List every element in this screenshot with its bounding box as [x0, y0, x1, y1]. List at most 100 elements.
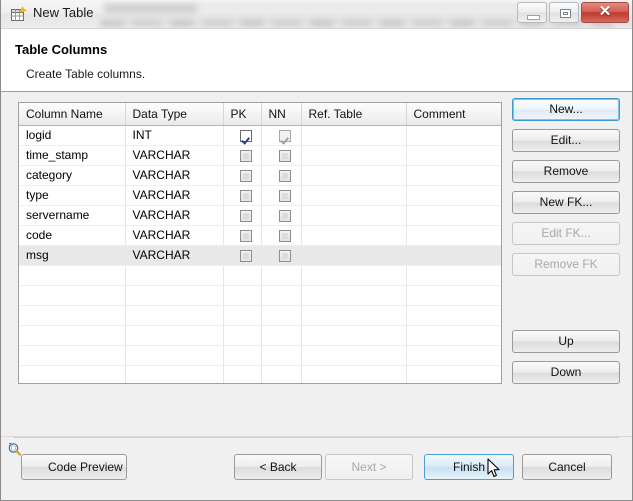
close-icon: ✕: [598, 4, 612, 20]
cell-column-name[interactable]: type: [19, 185, 126, 206]
table-row[interactable]: time_stamp VARCHAR: [19, 145, 501, 166]
table-header-row: Column Name Data Type PK NN Ref. Table C…: [19, 103, 501, 126]
nn-checkbox[interactable]: [278, 229, 291, 242]
columns-table-container[interactable]: Column Name Data Type PK NN Ref. Table C…: [18, 102, 502, 384]
edit-button[interactable]: Edit...: [512, 129, 620, 152]
application-window: New Table ✕ Table Columns Create Table c…: [0, 0, 633, 501]
cell-nn[interactable]: [261, 245, 302, 266]
new-fk-button[interactable]: New FK...: [512, 191, 620, 214]
header-nn[interactable]: NN: [261, 103, 302, 126]
cell-pk[interactable]: [223, 185, 262, 206]
cell-pk[interactable]: [223, 145, 262, 166]
footer-separator: [14, 437, 619, 438]
table-row-empty[interactable]: [19, 265, 501, 286]
cell-comment[interactable]: [406, 125, 501, 146]
minimize-icon: [527, 15, 540, 20]
nn-checkbox[interactable]: [278, 169, 291, 182]
cell-column-name[interactable]: msg: [19, 245, 126, 266]
cell-data-type[interactable]: VARCHAR: [125, 145, 224, 166]
cell-data-type[interactable]: VARCHAR: [125, 205, 224, 226]
cell-comment[interactable]: [406, 185, 501, 206]
table-row[interactable]: servername VARCHAR: [19, 205, 501, 226]
cell-pk[interactable]: [223, 165, 262, 186]
table-row[interactable]: msg VARCHAR: [19, 245, 501, 266]
pk-checkbox[interactable]: [239, 129, 252, 142]
nn-checkbox[interactable]: [278, 209, 291, 222]
cell-comment[interactable]: [406, 205, 501, 226]
cell-pk[interactable]: [223, 245, 262, 266]
cell-data-type[interactable]: VARCHAR: [125, 165, 224, 186]
cell-comment[interactable]: [406, 245, 501, 266]
cell-data-type[interactable]: INT: [125, 125, 224, 146]
table-row[interactable]: code VARCHAR: [19, 225, 501, 246]
cell-column-name[interactable]: servername: [19, 205, 126, 226]
table-row[interactable]: category VARCHAR: [19, 165, 501, 186]
cell-ref-table[interactable]: [301, 245, 407, 266]
cell-nn[interactable]: [261, 205, 302, 226]
pk-checkbox[interactable]: [239, 169, 252, 182]
cell-pk[interactable]: [223, 225, 262, 246]
table-row-empty[interactable]: [19, 305, 501, 326]
finish-button[interactable]: Finish: [424, 454, 514, 480]
header-comment[interactable]: Comment: [406, 103, 501, 126]
columns-table: Column Name Data Type PK NN Ref. Table C…: [19, 103, 501, 383]
pk-checkbox[interactable]: [239, 209, 252, 222]
nn-checkbox[interactable]: [278, 189, 291, 202]
cell-comment[interactable]: [406, 225, 501, 246]
cell-column-name[interactable]: time_stamp: [19, 145, 126, 166]
nn-checkbox[interactable]: [278, 129, 291, 142]
cell-ref-table[interactable]: [301, 185, 407, 206]
header-data-type[interactable]: Data Type: [125, 103, 224, 126]
cell-ref-table[interactable]: [301, 225, 407, 246]
cell-ref-table[interactable]: [301, 205, 407, 226]
cell-ref-table[interactable]: [301, 145, 407, 166]
cell-column-name[interactable]: code: [19, 225, 126, 246]
cell-column-name[interactable]: category: [19, 165, 126, 186]
cell-nn[interactable]: [261, 165, 302, 186]
table-row[interactable]: type VARCHAR: [19, 185, 501, 206]
cell-nn[interactable]: [261, 225, 302, 246]
pk-checkbox[interactable]: [239, 149, 252, 162]
cell-pk[interactable]: [223, 205, 262, 226]
down-button[interactable]: Down: [512, 361, 620, 384]
cell-ref-table[interactable]: [301, 165, 407, 186]
minimize-button[interactable]: [517, 2, 547, 23]
cell-data-type[interactable]: VARCHAR: [125, 225, 224, 246]
title-bar: New Table ✕: [1, 0, 632, 29]
cell-column-name[interactable]: logid: [19, 125, 126, 146]
cell-nn[interactable]: [261, 145, 302, 166]
maximize-button[interactable]: [549, 2, 579, 23]
cell-data-type[interactable]: VARCHAR: [125, 245, 224, 266]
cell-comment[interactable]: [406, 165, 501, 186]
header-pk[interactable]: PK: [223, 103, 262, 126]
cell-comment[interactable]: [406, 145, 501, 166]
cell-ref-table[interactable]: [301, 125, 407, 146]
header-column-name[interactable]: Column Name: [19, 103, 126, 126]
new-table-dialog: New Table ✕ Table Columns Create Table c…: [0, 0, 633, 501]
cell-data-type[interactable]: VARCHAR: [125, 185, 224, 206]
nn-checkbox[interactable]: [278, 149, 291, 162]
code-preview-button[interactable]: Code Preview: [21, 454, 127, 480]
remove-button[interactable]: Remove: [512, 160, 620, 183]
magnifier-icon: [7, 442, 22, 457]
pk-checkbox[interactable]: [239, 249, 252, 262]
new-button[interactable]: New...: [512, 98, 620, 121]
table-row[interactable]: logid INT: [19, 125, 501, 146]
up-button[interactable]: Up: [512, 330, 620, 353]
table-row-empty[interactable]: [19, 285, 501, 306]
wizard-header: Table Columns Create Table columns.: [1, 29, 632, 92]
table-row-empty[interactable]: [19, 365, 501, 383]
back-button[interactable]: < Back: [234, 454, 322, 480]
dialog-body: Column Name Data Type PK NN Ref. Table C…: [1, 92, 632, 436]
cell-pk[interactable]: [223, 125, 262, 146]
close-button[interactable]: ✕: [581, 2, 629, 23]
table-row-empty[interactable]: [19, 325, 501, 346]
cancel-button[interactable]: Cancel: [522, 454, 612, 480]
pk-checkbox[interactable]: [239, 229, 252, 242]
cell-nn[interactable]: [261, 125, 302, 146]
cell-nn[interactable]: [261, 185, 302, 206]
nn-checkbox[interactable]: [278, 249, 291, 262]
pk-checkbox[interactable]: [239, 189, 252, 202]
header-ref-table[interactable]: Ref. Table: [301, 103, 407, 126]
table-row-empty[interactable]: [19, 345, 501, 366]
